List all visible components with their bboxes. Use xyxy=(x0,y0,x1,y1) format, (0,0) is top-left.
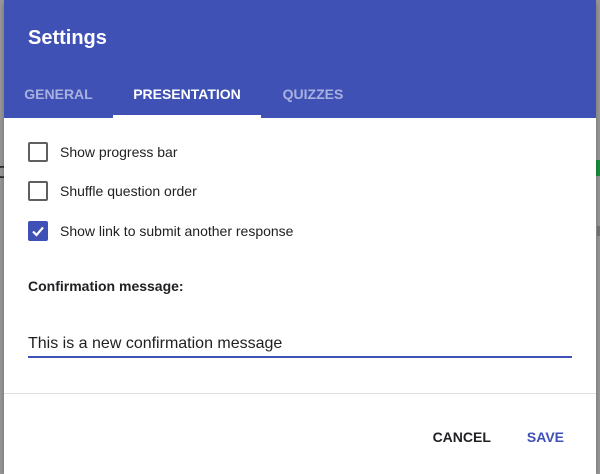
tab-presentation-label: PRESENTATION xyxy=(133,86,241,102)
cancel-button[interactable]: CANCEL xyxy=(425,423,499,451)
tab-general[interactable]: GENERAL xyxy=(4,72,113,118)
option-shuffle-question-order[interactable]: Shuffle question order xyxy=(28,179,197,203)
save-button[interactable]: SAVE xyxy=(519,423,572,451)
option-show-submit-another-link[interactable]: Show link to submit another response xyxy=(28,219,293,243)
option-label: Show link to submit another response xyxy=(60,223,294,239)
dialog-content: Show progress bar Shuffle question order… xyxy=(4,118,596,394)
confirmation-message-label: Confirmation message: xyxy=(28,278,184,294)
progress-bar-checkbox[interactable] xyxy=(28,142,48,162)
tab-presentation[interactable]: PRESENTATION xyxy=(113,72,261,118)
background-green-marker xyxy=(596,160,600,176)
dialog-header: Settings GENERAL PRESENTATION QUIZZES xyxy=(4,0,596,118)
dialog-title: Settings xyxy=(28,27,107,49)
option-label: Show progress bar xyxy=(60,144,178,160)
settings-dialog: Settings GENERAL PRESENTATION QUIZZES Sh… xyxy=(4,0,596,474)
submit-another-checkbox[interactable] xyxy=(28,221,48,241)
option-show-progress-bar[interactable]: Show progress bar xyxy=(28,140,178,164)
tab-bar: GENERAL PRESENTATION QUIZZES xyxy=(4,72,365,118)
confirmation-message-input[interactable] xyxy=(28,332,572,358)
checkmark-icon xyxy=(32,226,44,237)
footer-divider xyxy=(4,393,596,394)
dialog-actions: CANCEL SAVE xyxy=(425,423,572,451)
shuffle-checkbox[interactable] xyxy=(28,181,48,201)
tab-quizzes[interactable]: QUIZZES xyxy=(261,72,365,118)
option-label: Shuffle question order xyxy=(60,183,197,199)
